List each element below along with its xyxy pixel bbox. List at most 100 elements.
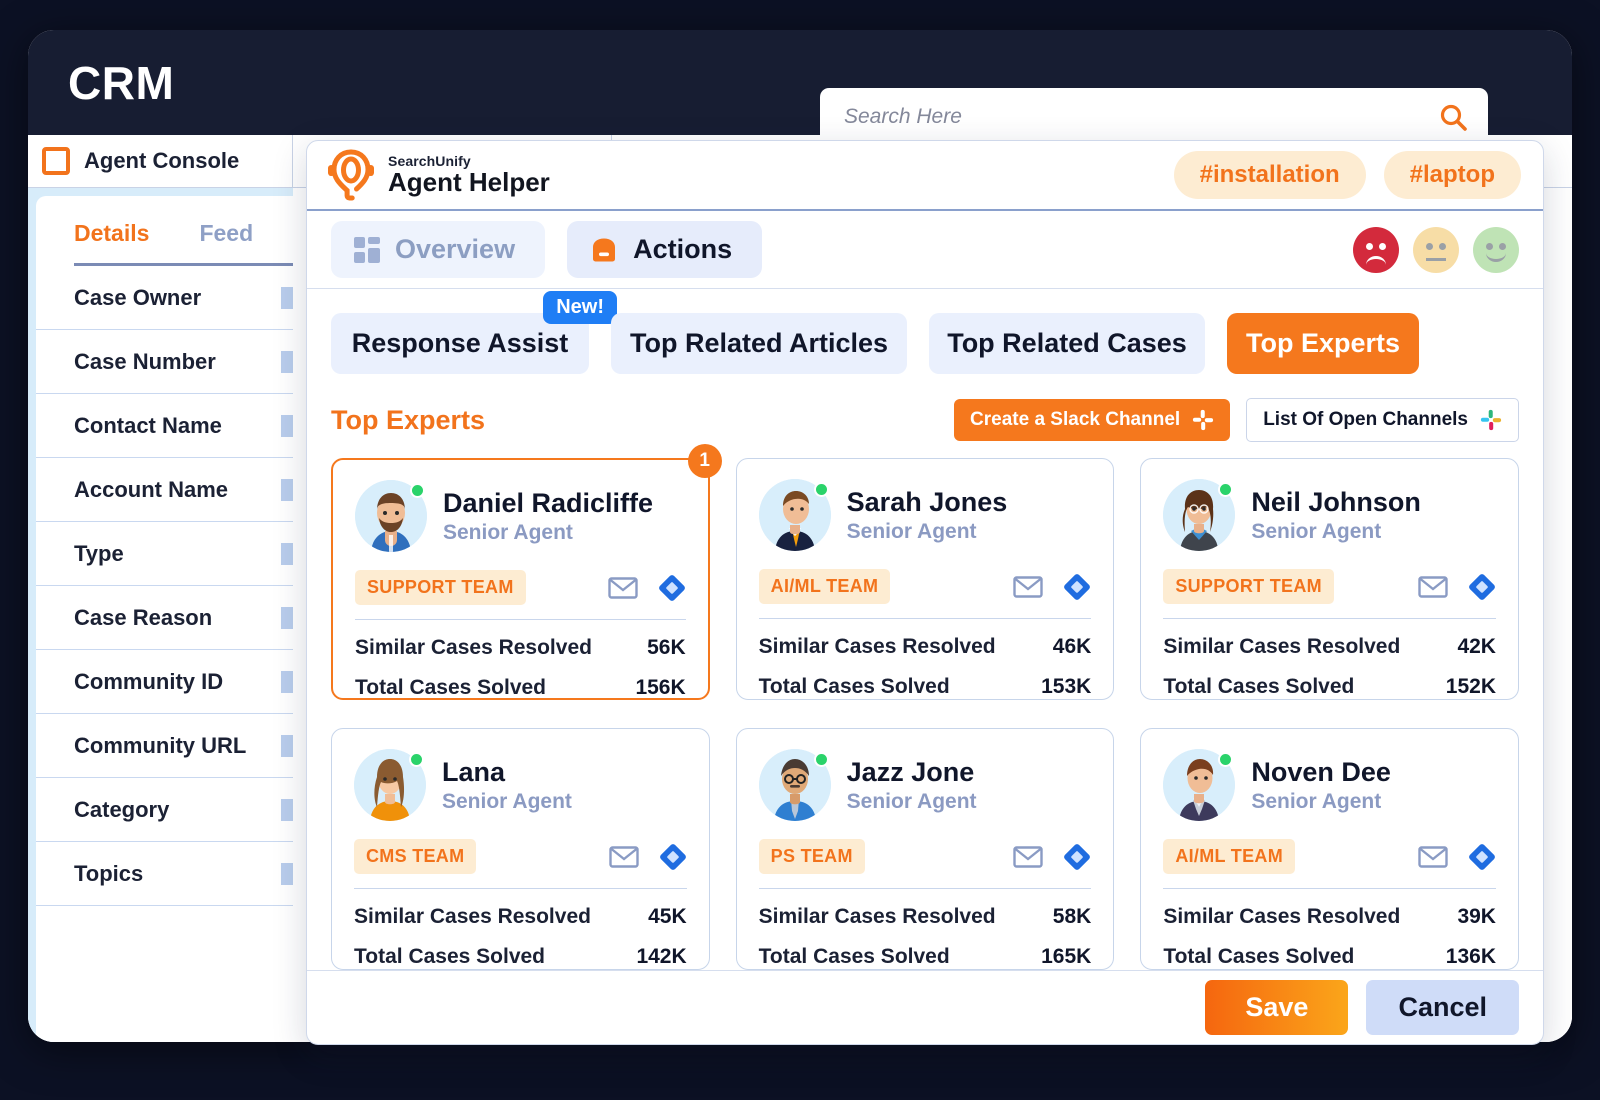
- experts-grid: 1 Daniel Radicliffe Senior Agent SUPPORT…: [307, 442, 1543, 971]
- detail-tabs: Details Feed: [36, 196, 293, 257]
- expert-meta: CMS TEAM: [354, 839, 687, 875]
- mode-overview-label: Overview: [395, 234, 516, 265]
- stat-label: Total Cases Solved: [758, 675, 950, 699]
- field-row-topics[interactable]: Topics: [36, 842, 293, 906]
- tag-installation[interactable]: #installation: [1173, 151, 1366, 200]
- jira-icon[interactable]: [1468, 573, 1496, 601]
- mode-overview-button[interactable]: Overview: [331, 221, 546, 279]
- expert-card[interactable]: 1 Daniel Radicliffe Senior Agent SUPPORT…: [331, 444, 722, 701]
- tab-top-experts[interactable]: Top Experts: [1227, 313, 1419, 375]
- tab-details[interactable]: Details: [74, 220, 149, 247]
- stat-value: 39K: [1457, 905, 1496, 929]
- sentiment-positive-icon[interactable]: [1473, 226, 1519, 273]
- actions-box-icon: [593, 238, 616, 262]
- field-row-category[interactable]: Category: [36, 778, 293, 842]
- expert-role: Senior Agent: [846, 519, 977, 543]
- agent-console-label: Agent Console: [84, 148, 240, 173]
- expert-meta: SUPPORT TEAM: [1163, 569, 1496, 605]
- email-icon[interactable]: [607, 576, 638, 600]
- stat-total-cases: Total Cases Solved 152K: [1163, 675, 1496, 699]
- email-icon[interactable]: [1013, 845, 1044, 869]
- grid-icon: [354, 236, 380, 263]
- expert-contact-icons: [1418, 573, 1496, 601]
- avatar: [1163, 479, 1236, 552]
- stat-value: 142K: [636, 945, 687, 969]
- team-badge: AI/ML TEAM: [758, 569, 891, 605]
- card-divider: [1163, 618, 1496, 620]
- stat-similar-cases: Similar Cases Resolved 58K: [759, 905, 1092, 929]
- list-open-channels-button[interactable]: List Of Open Channels: [1246, 398, 1519, 443]
- expert-name: Noven Dee: [1251, 756, 1391, 787]
- expert-name: Daniel Radicliffe: [443, 487, 654, 518]
- stat-label: Similar Cases Resolved: [354, 905, 591, 929]
- stat-label: Similar Cases Resolved: [1163, 905, 1401, 929]
- jira-icon[interactable]: [659, 843, 687, 871]
- tab-top-related-articles[interactable]: Top Related Articles: [611, 313, 907, 375]
- expert-card[interactable]: Noven Dee Senior Agent AI/ML TEAM Simila…: [1140, 728, 1519, 971]
- stat-similar-cases: Similar Cases Resolved 42K: [1163, 635, 1496, 659]
- tab-response-assist-label: Response Assist: [351, 328, 569, 359]
- card-divider: [758, 618, 1092, 620]
- experts-header-actions: Create a Slack Channel List Of Open Chan…: [954, 398, 1519, 443]
- expert-identity: Neil Johnson Senior Agent: [1163, 479, 1496, 552]
- field-row-type[interactable]: Type: [36, 522, 293, 586]
- expert-card[interactable]: Sarah Jones Senior Agent AI/ML TEAM Simi…: [735, 458, 1115, 701]
- email-icon[interactable]: [1013, 575, 1044, 599]
- stat-value: 46K: [1052, 635, 1092, 659]
- field-row-account-name[interactable]: Account Name: [36, 458, 293, 522]
- search-button[interactable]: [1436, 100, 1470, 134]
- save-button[interactable]: Save: [1205, 980, 1349, 1036]
- field-row-case-owner[interactable]: Case Owner: [36, 266, 293, 330]
- avatar: [758, 749, 831, 822]
- field-row-case-reason[interactable]: Case Reason: [36, 586, 293, 650]
- field-row-community-url[interactable]: Community URL: [36, 714, 293, 778]
- expert-card[interactable]: Lana Senior Agent CMS TEAM Similar Cases…: [331, 728, 710, 971]
- field-row-community-id[interactable]: Community ID: [36, 650, 293, 714]
- sentiment-neutral-icon[interactable]: [1413, 226, 1459, 273]
- mode-actions-button[interactable]: Actions: [567, 221, 763, 279]
- experts-section-header: Top Experts Create a Slack Channel List …: [307, 392, 1543, 443]
- tab-response-assist[interactable]: Response Assist New!: [331, 291, 617, 375]
- field-value-chip: [281, 670, 293, 693]
- slack-icon: [1480, 409, 1502, 431]
- expert-name: Neil Johnson: [1251, 486, 1421, 517]
- new-badge: New!: [543, 291, 617, 325]
- brand-title: Agent Helper: [388, 166, 550, 197]
- stat-value: 136K: [1445, 945, 1496, 969]
- avatar: [758, 479, 831, 552]
- email-icon[interactable]: [1418, 845, 1448, 869]
- stat-value: 45K: [648, 905, 687, 929]
- field-row-contact-name[interactable]: Contact Name: [36, 394, 293, 458]
- jira-icon[interactable]: [1063, 843, 1091, 871]
- expert-role: Senior Agent: [1251, 789, 1382, 813]
- expert-identity: Lana Senior Agent: [354, 749, 687, 822]
- jira-icon[interactable]: [1468, 843, 1496, 871]
- jira-icon[interactable]: [658, 574, 686, 602]
- email-icon[interactable]: [1418, 575, 1448, 599]
- expert-identity: Daniel Radicliffe Senior Agent: [355, 480, 686, 553]
- tab-feed[interactable]: Feed: [199, 220, 253, 247]
- expert-meta: AI/ML TEAM: [1163, 839, 1496, 875]
- stat-similar-cases: Similar Cases Resolved 56K: [355, 636, 686, 660]
- stat-label: Total Cases Solved: [355, 676, 547, 700]
- rank-badge: 1: [687, 444, 722, 479]
- field-row-case-number[interactable]: Case Number: [36, 330, 293, 394]
- email-icon[interactable]: [608, 845, 639, 869]
- expert-card[interactable]: Jazz Jone Senior Agent PS TEAM Similar C…: [735, 728, 1115, 971]
- card-divider: [354, 888, 687, 890]
- field-value-chip: [281, 798, 293, 821]
- search-input[interactable]: [844, 105, 1436, 129]
- field-label: Community ID: [74, 668, 224, 694]
- tag-laptop[interactable]: #laptop: [1383, 151, 1521, 200]
- expert-role: Senior Agent: [443, 520, 573, 544]
- cancel-button[interactable]: Cancel: [1366, 980, 1519, 1036]
- agent-console-tab[interactable]: Agent Console: [28, 135, 293, 188]
- create-slack-channel-button[interactable]: Create a Slack Channel: [954, 399, 1231, 442]
- avatar: [354, 749, 426, 822]
- tab-top-related-cases[interactable]: Top Related Cases: [929, 313, 1205, 375]
- expert-card[interactable]: Neil Johnson Senior Agent SUPPORT TEAM S…: [1140, 458, 1519, 701]
- stat-value: 56K: [647, 636, 686, 660]
- sentiment-negative-icon[interactable]: [1353, 226, 1399, 273]
- jira-icon[interactable]: [1063, 573, 1091, 601]
- online-status-dot: [813, 752, 829, 768]
